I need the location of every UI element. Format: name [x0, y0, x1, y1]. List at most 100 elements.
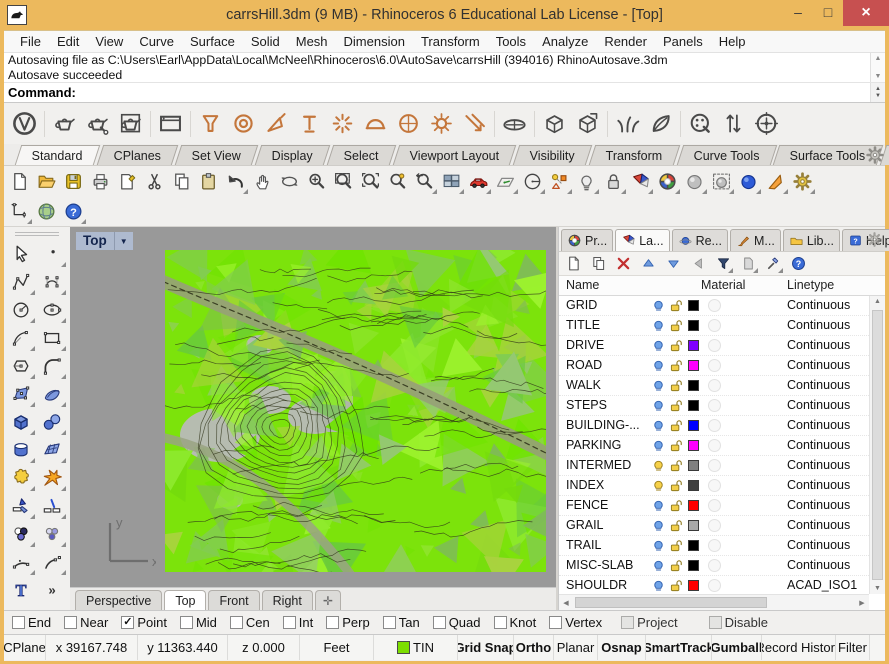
- layer-on-bulb-icon[interactable]: [652, 559, 665, 572]
- layer-row[interactable]: STEPS Continuous: [559, 396, 869, 416]
- toolbar-tab-visibility[interactable]: Visibility: [513, 145, 592, 165]
- zoom-extents-button[interactable]: [357, 168, 384, 195]
- paste-button[interactable]: [195, 168, 222, 195]
- layer-lock-icon[interactable]: [670, 299, 683, 312]
- osnap-int[interactable]: Int: [283, 615, 313, 630]
- checkbox[interactable]: [709, 616, 722, 629]
- layer-help-button[interactable]: ?: [788, 253, 809, 274]
- scroll-down-icon[interactable]: ▼: [875, 73, 882, 80]
- menu-edit[interactable]: Edit: [49, 34, 87, 49]
- surface-grid-button[interactable]: [37, 436, 67, 464]
- clipping-plane-button[interactable]: [498, 107, 531, 141]
- menu-transform[interactable]: Transform: [413, 34, 488, 49]
- panel-tab-la[interactable]: La...: [615, 229, 669, 251]
- circle-tool-button[interactable]: [6, 296, 36, 324]
- scroll-thumb[interactable]: [575, 597, 767, 608]
- light-bulb-button[interactable]: [573, 168, 600, 195]
- dimension-button[interactable]: [6, 198, 33, 225]
- menu-file[interactable]: File: [12, 34, 49, 49]
- checkbox[interactable]: [621, 616, 634, 629]
- menu-solid[interactable]: Solid: [243, 34, 288, 49]
- layer-on-bulb-icon[interactable]: [652, 459, 665, 472]
- surface-revolve-button[interactable]: [6, 436, 36, 464]
- layer-row[interactable]: PARKING Continuous: [559, 436, 869, 456]
- osnap-tan[interactable]: Tan: [383, 615, 420, 630]
- scroll-down-icon[interactable]: ▼: [870, 585, 885, 592]
- checkbox[interactable]: [283, 616, 296, 629]
- layer-linetype[interactable]: Continuous: [787, 338, 850, 352]
- layer-lock-icon[interactable]: [670, 579, 683, 592]
- arc-tool-button[interactable]: [6, 324, 36, 352]
- checkbox[interactable]: [230, 616, 243, 629]
- explode-button[interactable]: [37, 464, 67, 492]
- checkbox[interactable]: [326, 616, 339, 629]
- status-record-history[interactable]: Record History: [762, 635, 836, 660]
- menu-panels[interactable]: Panels: [655, 34, 711, 49]
- toolbar-tab-transform[interactable]: Transform: [589, 145, 680, 165]
- panel-tab-m[interactable]: M...: [730, 229, 781, 251]
- polygon-tool-button[interactable]: [6, 352, 36, 380]
- viewport-title-label[interactable]: Top: [76, 232, 114, 250]
- layer-row[interactable]: ROAD Continuous: [559, 356, 869, 376]
- status-gumball[interactable]: Gumball: [712, 635, 762, 660]
- rect-light-button[interactable]: [194, 107, 227, 141]
- layer-down-button[interactable]: [663, 253, 684, 274]
- layer-lock-icon[interactable]: [670, 319, 683, 332]
- menu-view[interactable]: View: [87, 34, 131, 49]
- boolean-difference-button[interactable]: [6, 520, 36, 548]
- object-snap-flag-button[interactable]: [762, 168, 789, 195]
- layer-linetype[interactable]: Continuous: [787, 418, 850, 432]
- zoom-selected-button[interactable]: [384, 168, 411, 195]
- toolbar-tab-select[interactable]: Select: [327, 145, 396, 165]
- layer-row[interactable]: INTERMED Continuous: [559, 456, 869, 476]
- checkbox[interactable]: [12, 616, 25, 629]
- maximize-button[interactable]: □: [813, 0, 843, 24]
- menu-help[interactable]: Help: [711, 34, 754, 49]
- open-file-button[interactable]: [33, 168, 60, 195]
- options-gear-button[interactable]: [789, 168, 816, 195]
- layer-linetype[interactable]: Continuous: [787, 458, 850, 472]
- toolbar-tab-cplanes[interactable]: CPlanes: [96, 145, 178, 165]
- checkbox[interactable]: [383, 616, 396, 629]
- osnap-vertex[interactable]: Vertex: [549, 615, 602, 630]
- osnap-point[interactable]: ✓Point: [121, 615, 167, 630]
- curve-handles-button[interactable]: [37, 268, 67, 296]
- layer-material-icon[interactable]: [708, 339, 721, 352]
- layer-on-bulb-icon[interactable]: [652, 439, 665, 452]
- ellipse-tool-button[interactable]: [37, 296, 67, 324]
- layer-linetype[interactable]: Continuous: [787, 558, 850, 572]
- layer-material-icon[interactable]: [708, 399, 721, 412]
- checkbox[interactable]: [180, 616, 193, 629]
- boolean-intersect-button[interactable]: [37, 520, 67, 548]
- layer-on-bulb-icon[interactable]: [652, 379, 665, 392]
- layer-match-button[interactable]: [738, 253, 759, 274]
- material-palette-button[interactable]: [684, 107, 717, 141]
- gi-environment-button[interactable]: [392, 107, 425, 141]
- extend-curve-button[interactable]: [37, 548, 67, 576]
- layer-color-swatch[interactable]: [688, 400, 699, 411]
- save-file-button[interactable]: [60, 168, 87, 195]
- layer-lock-icon[interactable]: [670, 359, 683, 372]
- layer-horizontal-scrollbar[interactable]: ◀ ▶: [559, 594, 869, 610]
- osnap-knot[interactable]: Knot: [494, 615, 537, 630]
- viewport-tab-top[interactable]: Top: [164, 590, 206, 610]
- undo-button[interactable]: [222, 168, 249, 195]
- layer-on-bulb-icon[interactable]: [652, 399, 665, 412]
- new-file-button[interactable]: [6, 168, 33, 195]
- layer-row[interactable]: INDEX Continuous: [559, 476, 869, 496]
- menu-curve[interactable]: Curve: [131, 34, 182, 49]
- osnap-mid[interactable]: Mid: [180, 615, 217, 630]
- layer-color-swatch[interactable]: [688, 460, 699, 471]
- command-spinner[interactable]: ▲▼: [870, 83, 885, 102]
- shaded-view-button[interactable]: [735, 168, 762, 195]
- layer-color-swatch[interactable]: [688, 340, 699, 351]
- scroll-up-icon[interactable]: ▲: [870, 298, 885, 305]
- layer-linetype[interactable]: Continuous: [787, 478, 850, 492]
- layer-lock-icon[interactable]: [670, 559, 683, 572]
- fillet-corner-button[interactable]: [37, 352, 67, 380]
- panel-tab-re[interactable]: Re...: [672, 229, 728, 251]
- layer-color-swatch[interactable]: [688, 520, 699, 531]
- measure-tools-button[interactable]: [717, 107, 750, 141]
- checkbox[interactable]: [494, 616, 507, 629]
- render-button[interactable]: [681, 168, 708, 195]
